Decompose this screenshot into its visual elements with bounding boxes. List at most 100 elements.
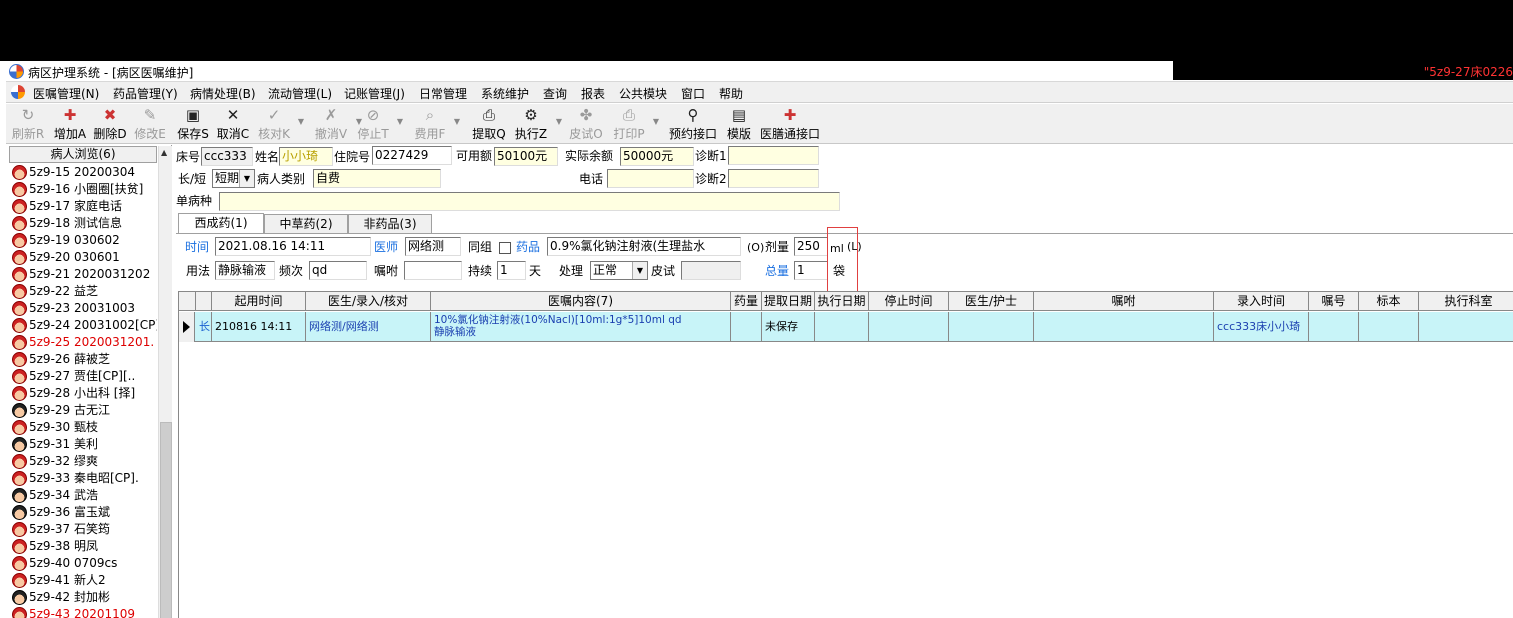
disease-field[interactable] [219,192,840,211]
list-item[interactable]: 5z9-34 武浩 [9,487,157,504]
column-header-9[interactable]: 医生/护士 [949,292,1034,311]
column-header-12[interactable]: 嘱号 [1309,292,1359,311]
column-header-3[interactable]: 医生/录入/核对 [306,292,431,311]
toolbar-button-16[interactable]: ✚ 医膳通接口 [758,105,822,143]
column-header-10[interactable]: 嘱咐 [1034,292,1214,311]
column-header-1[interactable] [196,292,212,311]
list-item[interactable]: 5z9-42 封加彬 [9,589,157,606]
freq-field[interactable]: qd [309,261,367,280]
menu-item-3[interactable]: 流动管理(L) [268,85,332,102]
scroll-up-icon[interactable]: ▲ [161,148,167,157]
balance-field[interactable]: 50000元 [620,147,694,166]
menu-item-6[interactable]: 系统维护 [481,85,529,102]
column-header-5[interactable]: 药量 [731,292,762,311]
cell-dose[interactable] [731,312,762,342]
term-dropdown-icon[interactable]: ▼ [239,170,254,187]
toolbar-button-2[interactable]: ✖ 删除D [92,105,128,143]
menu-item-1[interactable]: 药品管理(Y) [113,85,178,102]
cell-nurse[interactable] [949,312,1034,342]
toolbar-dropdown-icon[interactable]: ▼ [653,117,659,126]
toolbar-dropdown-icon[interactable]: ▼ [397,117,403,126]
cell-sample[interactable] [1359,312,1419,342]
duration-field[interactable]: 1 [497,261,526,280]
diag2-field[interactable] [728,169,819,188]
toolbar-button-3[interactable]: ✎ 修改E [132,105,168,143]
available-field[interactable]: 50100元 [494,147,558,166]
cell-dept[interactable] [1419,312,1513,342]
drug-field[interactable]: 0.9%氯化钠注射液(生理盐水 [547,237,741,256]
name-field[interactable]: 小小琦 [279,147,333,166]
handle-dropdown-icon[interactable]: ▼ [632,262,647,279]
cell-extract[interactable]: 未保存 [762,312,815,342]
total-field[interactable]: 1 [794,261,828,280]
skin-field[interactable] [681,261,741,280]
ptype-field[interactable]: 自费 [313,169,441,188]
toolbar-button-11[interactable]: ⚙ 执行Z ▼ [512,105,562,143]
list-item[interactable]: 5z9-17 家庭电话 [9,198,157,215]
column-header-6[interactable]: 提取日期 [762,292,815,311]
toolbar-dropdown-icon[interactable]: ▼ [298,117,304,126]
menu-item-9[interactable]: 公共模块 [619,85,667,102]
menu-item-10[interactable]: 窗口 [681,85,705,102]
diag1-field[interactable] [728,146,819,165]
tab-herbal[interactable]: 中草药(2) [264,214,348,234]
toolbar-button-5[interactable]: ✕ 取消C [215,105,251,143]
bed-field[interactable]: ccc333 [201,147,253,166]
list-item[interactable]: 5z9-25 2020031201. [9,334,157,351]
menu-item-8[interactable]: 报表 [581,85,605,102]
list-item[interactable]: 5z9-40 0709cs [9,555,157,572]
cell-type[interactable]: 长 [196,312,212,342]
list-item[interactable]: 5z9-18 测试信息 [9,215,157,232]
list-item[interactable]: 5z9-43 20201109 [9,606,157,618]
toolbar-button-9[interactable]: ⌕ 费用F ▼ [412,105,460,143]
table-row[interactable]: 长 210816 14:11 网络测/网络测 10%氯化钠注射液(10%Nacl)[1… [179,312,1513,342]
column-header-2[interactable]: 起用时间 [212,292,306,311]
list-item[interactable]: 5z9-28 小出科 [择] [9,385,157,402]
list-item[interactable]: 5z9-41 新人2 [9,572,157,589]
list-item[interactable]: 5z9-37 石笑筠 [9,521,157,538]
toolbar-button-7[interactable]: ✗ 撤消V ▼ [312,105,362,143]
toolbar-dropdown-icon[interactable]: ▼ [556,117,562,126]
toolbar-button-13[interactable]: ⎙ 打印P ▼ [611,105,659,143]
list-item[interactable]: 5z9-24 20031002[CP] [9,317,157,334]
toolbar-button-14[interactable]: ⚲ 预约接口 [667,105,719,143]
column-header-8[interactable]: 停止时间 [869,292,949,311]
list-item[interactable]: 5z9-19 030602 [9,232,157,249]
list-item[interactable]: 5z9-26 薛被芝 [9,351,157,368]
toolbar-button-10[interactable]: ⎙ 提取Q [471,105,507,143]
list-item[interactable]: 5z9-29 古无江 [9,402,157,419]
list-item[interactable]: 5z9-16 小圈圈[扶贫] [9,181,157,198]
menu-item-7[interactable]: 查询 [543,85,567,102]
cell-entry-time[interactable]: ccc333床小小琦 [1214,312,1309,342]
menu-item-5[interactable]: 日常管理 [419,85,467,102]
doctor-field[interactable]: 网络测 [405,237,461,256]
cell-order-no[interactable] [1309,312,1359,342]
toolbar-button-4[interactable]: ▣ 保存S [175,105,211,143]
list-item[interactable]: 5z9-15 20200304 [9,164,157,181]
patient-list-header[interactable]: 病人浏览(6) [9,146,157,163]
usage-field[interactable]: 静脉输液 [215,261,275,280]
list-item[interactable]: 5z9-22 益芝 [9,283,157,300]
list-item[interactable]: 5z9-32 缪爽 [9,453,157,470]
toolbar-button-1[interactable]: ✚ 增加A [51,105,89,143]
list-item[interactable]: 5z9-21 2020031202 [9,266,157,283]
menu-item-2[interactable]: 病情处理(B) [190,85,256,102]
list-item[interactable]: 5z9-27 贾佳[CP][.. [9,368,157,385]
patient-list-scrollbar[interactable]: ▲ [158,146,172,618]
menu-item-11[interactable]: 帮助 [719,85,743,102]
cell-exec[interactable] [815,312,869,342]
list-item[interactable]: 5z9-33 秦电昭[CP]. [9,470,157,487]
menu-item-4[interactable]: 记账管理(J) [344,85,405,102]
toolbar-button-0[interactable]: ↻ 刷新R [10,105,46,143]
note-field[interactable] [404,261,462,280]
cell-start[interactable]: 210816 14:11 [212,312,306,342]
time-field[interactable]: 2021.08.16 14:11 [215,237,371,256]
toolbar-button-6[interactable]: ✓ 核对K ▼ [256,105,304,143]
list-item[interactable]: 5z9-31 美利 [9,436,157,453]
column-header-0[interactable] [179,292,196,311]
cell-note[interactable] [1034,312,1214,342]
column-header-11[interactable]: 录入时间 [1214,292,1309,311]
toolbar-button-12[interactable]: ✤ 皮试O [568,105,604,143]
admission-field[interactable]: 0227429 [372,146,452,165]
handle-select[interactable]: 正常 ▼ [590,261,648,280]
